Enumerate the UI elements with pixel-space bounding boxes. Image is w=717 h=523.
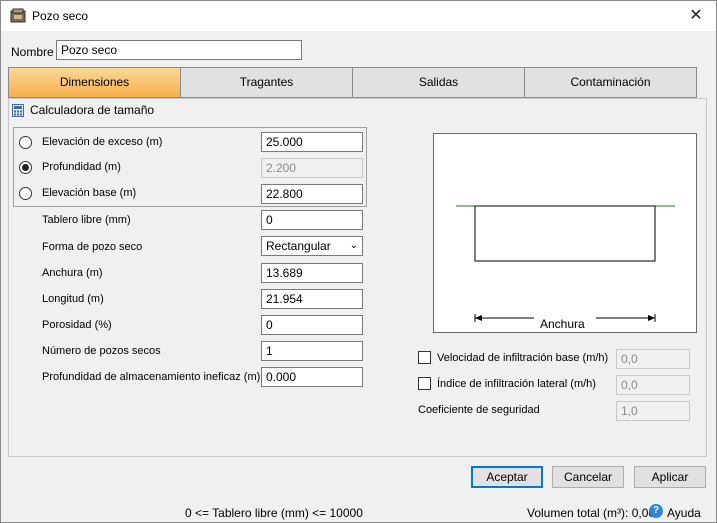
window-title: Pozo seco xyxy=(32,9,89,23)
label-longitud: Longitud (m) xyxy=(42,293,104,305)
dialog-window: Pozo seco ✕ Nombre Pozo seco Dimensiones… xyxy=(0,0,717,523)
anchura-dimension-label: Anchura xyxy=(540,317,585,331)
label-elevacion-base: Elevación base (m) xyxy=(42,187,137,199)
label-porosidad: Porosidad (%) xyxy=(42,319,112,331)
label-numero-pozos: Número de pozos secos xyxy=(42,345,161,357)
longitud-input[interactable]: 21.954 xyxy=(261,289,363,309)
infiltracion-lateral-input: 0,0 xyxy=(616,375,690,395)
label-infiltracion-lateral: Índice de infiltración lateral (m/h) xyxy=(437,378,596,390)
app-icon xyxy=(10,8,26,23)
label-anchura: Anchura (m) xyxy=(42,267,103,279)
tablero-libre-input[interactable]: 0 xyxy=(261,210,363,230)
forma-select[interactable]: Rectangular ⌄ xyxy=(261,236,363,256)
label-forma: Forma de pozo seco xyxy=(42,241,143,253)
help-link[interactable]: Ayuda xyxy=(667,506,701,520)
elevacion-base-input[interactable]: 22.800 xyxy=(261,184,363,204)
coeficiente-seguridad-input: 1,0 xyxy=(616,401,690,421)
title-bar: Pozo seco ✕ xyxy=(1,1,716,31)
tab-tragantes[interactable]: Tragantes xyxy=(180,67,353,98)
profundidad-input: 2.200 xyxy=(261,158,363,178)
name-label: Nombre xyxy=(11,45,54,59)
tab-salidas[interactable]: Salidas xyxy=(352,67,525,98)
label-tablero-libre: Tablero libre (mm) xyxy=(42,214,131,226)
checkbox-infiltracion-base[interactable] xyxy=(418,351,431,364)
calculator-icon xyxy=(12,104,24,117)
status-volume-text: Volumen total (m³): 0,000 xyxy=(527,506,662,520)
checkbox-infiltracion-lateral[interactable] xyxy=(418,377,431,390)
chevron-down-icon: ⌄ xyxy=(349,240,358,251)
radio-elevacion-base[interactable] xyxy=(19,187,32,200)
tab-contaminacion[interactable]: Contaminación xyxy=(524,67,697,98)
preview-diagram xyxy=(456,205,675,322)
calculator-label: Calculadora de tamaño xyxy=(30,103,155,117)
profundidad-ineficaz-input[interactable]: 0.000 xyxy=(261,367,363,387)
tab-bar: Dimensiones Tragantes Salidas Contaminac… xyxy=(8,67,697,98)
accept-button[interactable]: Aceptar xyxy=(471,466,543,488)
tab-dimensiones[interactable]: Dimensiones xyxy=(8,67,181,98)
radio-profundidad[interactable] xyxy=(19,161,32,174)
forma-select-value: Rectangular xyxy=(266,239,331,253)
anchura-input[interactable]: 13.689 xyxy=(261,263,363,283)
status-range-text: 0 <= Tablero libre (mm) <= 10000 xyxy=(185,506,363,520)
cancel-button[interactable]: Cancelar xyxy=(552,466,624,488)
label-profundidad-ineficaz: Profundidad de almacenamiento ineficaz (… xyxy=(42,371,261,383)
name-input[interactable]: Pozo seco xyxy=(56,40,302,60)
label-coeficiente-seguridad: Coeficiente de seguridad xyxy=(418,404,540,416)
help-icon[interactable]: ? xyxy=(649,504,663,518)
close-icon[interactable]: ✕ xyxy=(684,4,708,28)
elevacion-exceso-input[interactable]: 25.000 xyxy=(261,132,363,152)
label-elevacion-exceso: Elevación de exceso (m) xyxy=(42,136,163,148)
label-profundidad: Profundidad (m) xyxy=(42,161,121,173)
radio-elevacion-exceso[interactable] xyxy=(19,136,32,149)
radio-selected-dot xyxy=(22,164,29,171)
shape-preview: Anchura xyxy=(433,133,697,333)
apply-button[interactable]: Aplicar xyxy=(634,466,706,488)
label-infiltracion-base: Velocidad de infiltración base (m/h) xyxy=(437,352,609,364)
porosidad-input[interactable]: 0 xyxy=(261,315,363,335)
infiltracion-base-input: 0,0 xyxy=(616,349,690,369)
numero-pozos-input[interactable]: 1 xyxy=(261,341,363,361)
